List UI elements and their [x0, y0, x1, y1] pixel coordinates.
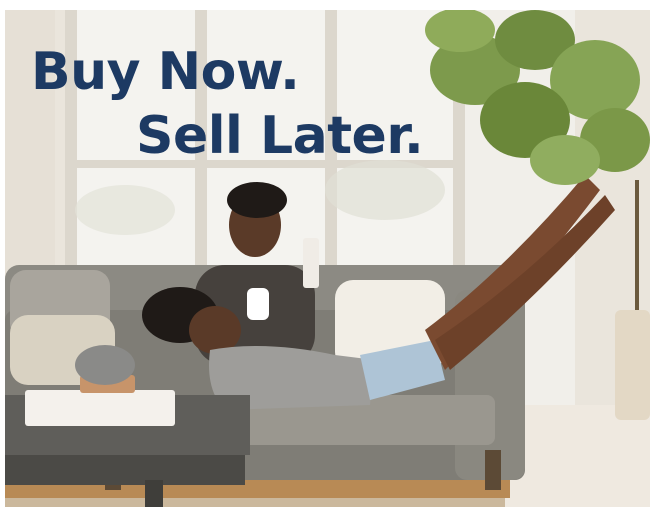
- coffee-mug: [247, 288, 269, 320]
- headline-line-2: Sell Later.: [136, 106, 424, 166]
- vase: [75, 345, 135, 385]
- books: [25, 390, 175, 426]
- headline-line-1: Buy Now.: [31, 42, 300, 102]
- ad-banner: Buy Now. Sell Later.: [5, 10, 650, 507]
- basket: [615, 310, 650, 420]
- phone: [303, 238, 319, 288]
- headline: Buy Now. Sell Later.: [5, 10, 650, 210]
